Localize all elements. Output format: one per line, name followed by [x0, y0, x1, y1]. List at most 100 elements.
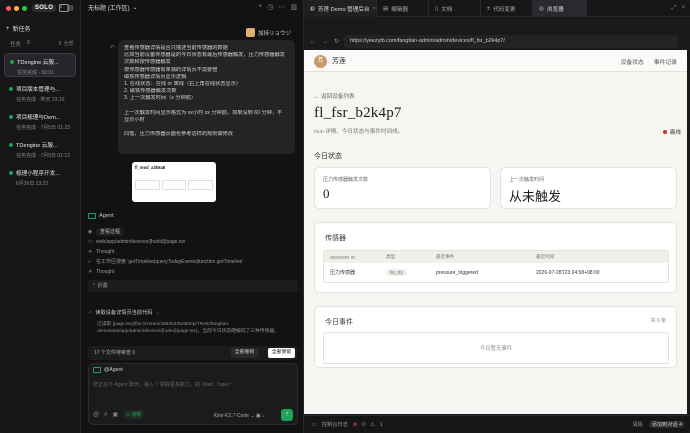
pending-files-count[interactable]: 17 个文件待审查 0	[94, 350, 135, 356]
editor-icon: ▤	[383, 5, 389, 12]
agent-mention[interactable]: @Agent	[93, 367, 123, 373]
tab-label: 芳莲 Demo 管理后台	[317, 6, 370, 13]
chat-input[interactable]: @Agent 您正在与 Agent 聊天，输入 '/' 获取更多能力，如 '/p…	[88, 363, 298, 425]
add-to-chat-button[interactable]: 添加到对话 4	[648, 421, 685, 428]
message-line: 磁铁传感器详情页显示逻辑	[124, 73, 187, 80]
close-window-button[interactable]	[6, 6, 11, 11]
browser-panel: ◍ 芳莲 Demo 管理后台 × ▤ 编辑器 ▯ 文档 ± 代码变更 ◎ 浏览器…	[303, 0, 690, 433]
revert-icon[interactable]: ↶	[110, 44, 115, 51]
input-tools: @ # ▣ ∞ 流畅	[93, 410, 145, 419]
thought-step[interactable]: ✳ Thought	[88, 267, 298, 277]
tab-editor[interactable]: ▤ 编辑器	[377, 0, 429, 17]
message-line: 2. 磁铁传感器触发次数	[124, 88, 177, 95]
console-log-toggle[interactable]: ▭ 控制台日志 ⊗ 0 ⚠ 1	[312, 421, 383, 429]
step-label: web/app/admin/devices/[hubId]/page.tsx	[96, 239, 186, 245]
console-label: 控制台日志	[321, 422, 348, 428]
url-field[interactable]: https://yeezytb.com/fangtian-admin/admin…	[344, 35, 678, 48]
hash-icon[interactable]: #	[104, 412, 107, 418]
tab-bar: ◍ 芳莲 Demo 管理后台 × ▤ 编辑器 ▯ 文档 ± 代码变更 ◎ 浏览器…	[304, 0, 690, 17]
table-row[interactable]: 压力传感器 fsr_01 pressure_triggered 2026-07-…	[324, 263, 668, 282]
back-icon[interactable]: ←	[310, 39, 316, 45]
collapse-toggle[interactable]: ⌃ 折叠	[88, 280, 298, 292]
minimize-window-button[interactable]	[14, 6, 19, 11]
task-title: TDengine 云服...	[16, 143, 58, 149]
clear-button[interactable]: 清除	[632, 421, 642, 428]
avatar	[246, 28, 255, 37]
card-label: 上一次触发时间	[509, 177, 545, 183]
panel-icon[interactable]: ▤	[67, 4, 74, 12]
maximize-window-button[interactable]	[22, 6, 27, 11]
mic-icon[interactable]: ♩	[262, 413, 267, 419]
sensor-card: 传感器 SENSOR ID 类型 最近事件 最近时间 压力传感器 fsr_01 …	[314, 222, 677, 293]
keep-all-button[interactable]: 全部保留	[267, 348, 295, 358]
split-icon[interactable]: ▥	[290, 3, 297, 11]
offline-dot-icon	[662, 130, 667, 134]
card-value: 0	[323, 186, 330, 201]
history-icon[interactable]: ◷	[267, 3, 273, 11]
task-item[interactable]: 项目梳理与Dem... 任务完成 · 7月5日 01:23	[4, 109, 76, 133]
model-selector[interactable]: Kimi-K2.7-Code ⌄ ▣ ♩	[214, 413, 267, 419]
reload-icon[interactable]: ↻	[334, 38, 339, 45]
more-icon[interactable]: ⋯	[278, 3, 285, 11]
tab-docs[interactable]: ▯ 文档	[429, 0, 481, 17]
chevron-up-icon: ⌃	[92, 283, 97, 289]
done-status-icon	[9, 87, 13, 91]
task-filter-dropdown[interactable]: ⇅ 全部	[58, 40, 74, 47]
sensor-table: SENSOR ID 类型 最近事件 最近时间 压力传感器 fsr_01 pres…	[323, 250, 669, 283]
column-header: 最近时间	[536, 254, 555, 259]
search-step[interactable]: ⌕ 在工作区搜索 'getTimeline|queryTodayEvents|fu…	[88, 257, 298, 267]
message-line: 查看传感器详情是否只描述当前传感器的数据	[124, 45, 228, 51]
task-item[interactable]: TDengine 云服... 任务完成 · 7月5日 01:13	[4, 137, 76, 161]
trigger-count-card: 压力传感器触发次数 0	[314, 167, 491, 209]
workspace-selector[interactable]: 无标题 (工作区) ⌄	[88, 3, 138, 12]
done-status-icon	[9, 115, 13, 119]
nav-device-status[interactable]: 设备状态	[621, 57, 644, 66]
page-header: 芳 芳莲 设备状态 事件记录	[304, 50, 687, 72]
image-icon[interactable]: ▣	[112, 411, 118, 418]
tab-browser[interactable]: ◎ 浏览器	[533, 0, 587, 17]
chevron-down-icon: ⌄	[250, 413, 255, 419]
new-task-button[interactable]: + 新任务	[6, 24, 31, 34]
image-icon[interactable]: ▣	[256, 413, 261, 419]
tab-admin-page[interactable]: ◍ 芳莲 Demo 管理后台 ×	[304, 0, 377, 17]
task-item[interactable]: TDengine 云服... 任务完成 · 00:01	[4, 53, 76, 77]
mode-chip[interactable]: ∞ 流畅	[123, 410, 145, 419]
pending-files-bar: 17 个文件待审查 0 全部撤销 全部保留	[88, 346, 298, 360]
agent-label: Agent	[99, 213, 114, 219]
close-icon[interactable]: ×	[372, 6, 375, 12]
task-title: 项目版本管理与...	[16, 87, 60, 93]
add-icon[interactable]: +	[258, 3, 262, 11]
at-icon[interactable]: @	[93, 412, 99, 418]
agent-icon	[93, 367, 101, 373]
last-event-cell: pressure_triggered	[436, 269, 478, 276]
message-line: 3. 上一次触发时间（x 分钟前）	[124, 95, 197, 102]
read-code-step[interactable]: ✓ 读取设备详情页当前代码 ⌄	[88, 309, 160, 317]
message-line: 次数和按传感器触发	[124, 59, 171, 66]
task-status: 6月26日 23:22	[16, 181, 49, 187]
task-title: 项目梳理与Dem...	[16, 115, 61, 121]
search-icon[interactable]: ⌕	[59, 4, 63, 12]
view-process-step[interactable]: ◉ 查看过程	[88, 227, 298, 237]
message-line	[124, 103, 289, 110]
file-step[interactable]: ▭ web/app/admin/devices/[hubId]/page.tsx	[88, 237, 298, 247]
tab-code-changes[interactable]: ± 代码变更	[481, 0, 533, 17]
thought-step[interactable]: ✳ Thought	[88, 247, 298, 257]
back-to-list-link[interactable]: ← 返回设备列表	[314, 92, 355, 100]
input-placeholder[interactable]: 您正在与 Agent 聊天，输入 '/' 获取更多能力，如 '/plan', '…	[93, 381, 231, 388]
error-icon: ⊗	[352, 421, 358, 428]
screenshot-attachment[interactable]: fl_mod_a3b8a8	[132, 162, 216, 202]
step-body: 已读取 [page.tsx](file:///Users/4682b4/Desk…	[97, 322, 280, 334]
nav-event-log[interactable]: 事件记录	[654, 57, 677, 66]
task-item[interactable]: 梳理小程序开发... 6月26日 23:22	[4, 165, 76, 189]
model-label: Kimi-K2.7-Code	[213, 413, 249, 419]
undo-all-button[interactable]: 全部撤销	[230, 348, 258, 358]
chat-toolbar: + ◷ ⋯ ▥	[258, 3, 297, 11]
close-icon[interactable]: ×	[681, 5, 685, 11]
task-status: 任务完成 · 00:01	[17, 70, 54, 76]
expand-icon[interactable]: ⤢	[672, 5, 677, 12]
forward-icon[interactable]: →	[322, 39, 328, 45]
task-count: 5	[27, 40, 31, 46]
task-item[interactable]: 项目版本管理与... 任务完成 · 昨天 23:10	[4, 81, 76, 105]
step-label: 读取设备详情页当前代码	[95, 310, 153, 316]
send-button[interactable]: ↑	[281, 409, 293, 421]
